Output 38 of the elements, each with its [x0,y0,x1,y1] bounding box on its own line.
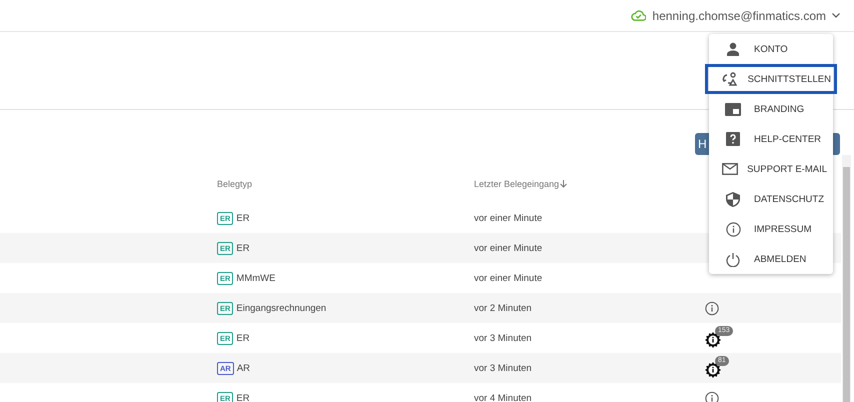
table-cell-text: vor 4 Minuten [474,392,533,402]
branding-icon [725,102,741,116]
table-cell-text: vor einer Minute [474,212,544,224]
info-icon [726,222,740,236]
gear-info-icon[interactable] [705,332,721,348]
person-icon [726,42,740,56]
table-cell: MMmWE [236,272,276,284]
mail-icon [722,163,738,175]
menu-item[interactable]: SCHNITTSTELLEN [705,64,837,94]
table-cell-text: vor 2 Minuten [474,302,533,314]
chevron-down-icon[interactable] [832,13,840,18]
table-cell-text: vor 3 Minuten [474,332,533,344]
info-icon[interactable] [705,390,719,402]
shield-icon [726,192,740,206]
menu-item[interactable]: IMPRESSUM [709,214,833,244]
table-cell: ER [236,392,250,402]
power-icon [726,252,740,266]
table-cell-text: vor einer Minute [474,242,544,254]
user-email[interactable]: henning.chomse@finmatics.com [652,8,826,22]
table-cell: Eingangsrechnungen [236,302,326,314]
table-cell-text: vor 3 Minuten [474,362,533,374]
table-cell: ER [236,332,250,344]
menu-item[interactable]: HELP-CENTER [709,124,833,154]
column-header[interactable]: Belegtyp [217,179,474,189]
menu-item[interactable]: KONTO [709,34,833,64]
table-cell: ER [236,242,250,254]
menu-item[interactable]: BRANDING [709,94,833,124]
help-icon [726,132,740,146]
scrollbar[interactable] [842,155,851,402]
table-cell: ER [236,212,250,224]
info-icon[interactable] [705,300,719,316]
cloud-check-icon [631,10,646,21]
interface-icon [722,72,738,86]
gear-info-icon[interactable] [705,362,721,378]
table-cell: AR [236,362,250,374]
menu-item[interactable]: ABMELDEN [709,244,833,274]
table-cell-text: vor einer Minute [474,272,544,284]
sort-arrow-icon [560,180,568,188]
